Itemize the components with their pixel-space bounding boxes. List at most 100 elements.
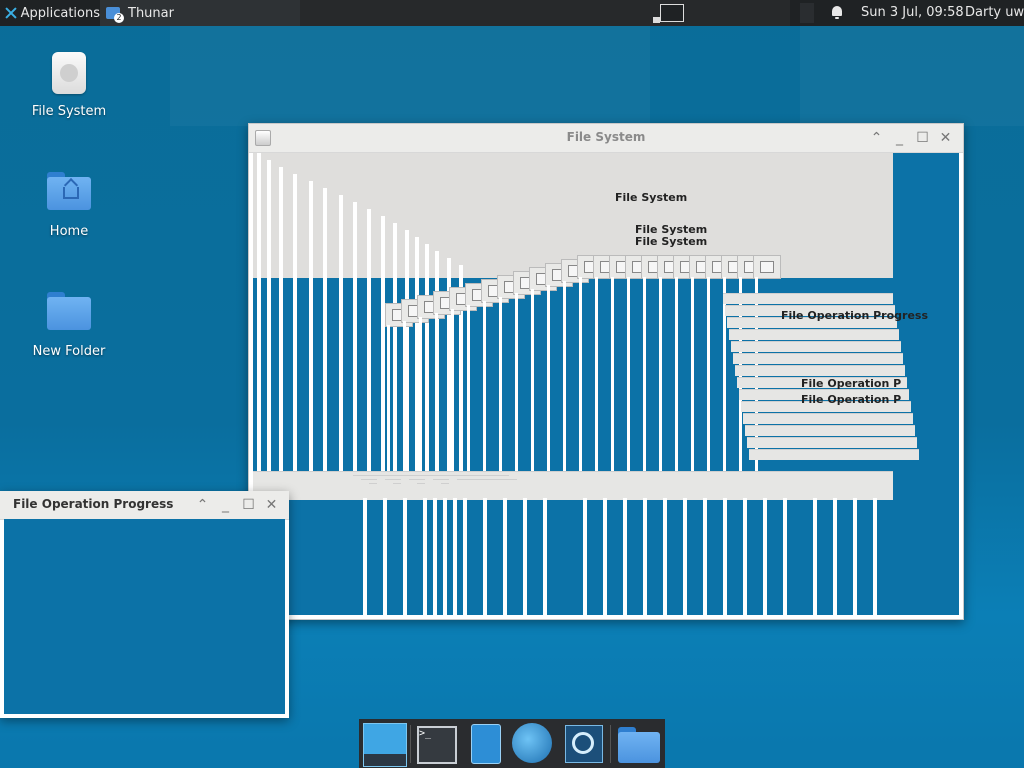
wallpaper-panel bbox=[800, 26, 1024, 126]
trail-stripe bbox=[393, 223, 397, 473]
top-panel: Applications 2 Thunar Sun 3 Jul, 09:58 D… bbox=[0, 0, 1024, 26]
maximize-button[interactable]: ☐ bbox=[911, 129, 934, 147]
dock: >_ bbox=[359, 719, 665, 768]
trail-stripe bbox=[515, 293, 518, 475]
trail-stripe bbox=[483, 301, 486, 475]
trail-stripe bbox=[383, 498, 387, 615]
ghost-title: File Operation Progress bbox=[781, 309, 929, 322]
trail-stripe bbox=[323, 188, 327, 473]
applications-label: Applications bbox=[20, 5, 100, 21]
trail-stripe bbox=[663, 498, 667, 615]
window-title: File Operation Progress bbox=[13, 497, 174, 511]
ghost-titlebar bbox=[749, 449, 919, 460]
trail-stripe bbox=[419, 317, 422, 475]
trail-stripe bbox=[543, 498, 547, 615]
trail-stripe bbox=[353, 202, 357, 473]
terminal-icon: >_ bbox=[419, 728, 432, 739]
applications-menu-button[interactable]: Applications bbox=[0, 0, 100, 26]
trail-stripe bbox=[627, 277, 630, 475]
trail-stripe bbox=[643, 498, 647, 615]
ghost-title: File System bbox=[635, 235, 708, 248]
close-button[interactable]: ✕ bbox=[934, 129, 957, 147]
close-button[interactable]: ✕ bbox=[260, 496, 283, 514]
ghost-titlebar bbox=[745, 425, 915, 436]
minimize-button[interactable]: _ bbox=[214, 496, 237, 514]
trail-stripe bbox=[583, 498, 587, 615]
trail-stripe bbox=[433, 498, 437, 615]
trail-stripe bbox=[623, 498, 627, 615]
panel-clock[interactable]: Sun 3 Jul, 09:58 bbox=[861, 5, 964, 20]
workspace-switcher[interactable] bbox=[660, 4, 684, 22]
trail-stripe bbox=[443, 498, 447, 615]
trail-stripe bbox=[523, 498, 527, 615]
trail-stripe bbox=[763, 498, 767, 615]
trail-stripe bbox=[367, 209, 371, 473]
trail-stripe bbox=[503, 498, 507, 615]
trail-stripe bbox=[707, 277, 710, 475]
desktop-icon-new-folder[interactable]: New Folder bbox=[19, 292, 119, 359]
user-menu[interactable]: Darty uwu bbox=[965, 5, 1024, 20]
taskbar-empty-area bbox=[300, 0, 790, 26]
trail-stripe bbox=[703, 498, 707, 615]
window-titlebar[interactable]: File Operation Progress ⌃ _ ☐ ✕ bbox=[0, 491, 289, 520]
dock-separator bbox=[610, 725, 611, 763]
wallpaper-panel bbox=[170, 26, 650, 126]
panel-separator bbox=[800, 3, 814, 23]
terminal-launcher[interactable]: >_ bbox=[417, 726, 457, 764]
desktop-icon-label: File System bbox=[31, 104, 107, 119]
xfce-logo-icon bbox=[4, 6, 17, 20]
ghost-titlebar bbox=[457, 479, 517, 492]
minimize-button[interactable]: _ bbox=[888, 129, 911, 147]
ghost-titlebar bbox=[253, 471, 893, 500]
home-folder-launcher[interactable] bbox=[618, 727, 660, 763]
trail-stripe bbox=[603, 498, 607, 615]
trail-stripe bbox=[363, 498, 367, 615]
trail-stripe bbox=[339, 195, 343, 473]
trail-stripe bbox=[453, 498, 457, 615]
ghost-title: File Operation P bbox=[801, 377, 902, 390]
dock-separator bbox=[410, 725, 411, 763]
trail-stripe bbox=[267, 160, 271, 473]
desktop-icon-home[interactable]: Home bbox=[19, 172, 119, 239]
folder-icon: 2 bbox=[106, 7, 124, 23]
ghost-titlebar bbox=[731, 341, 901, 352]
trail-stripe bbox=[783, 498, 787, 615]
app-finder-launcher[interactable] bbox=[565, 725, 603, 763]
trail-stripe bbox=[403, 321, 406, 475]
taskbar-item-label: Thunar bbox=[128, 5, 174, 21]
shade-button[interactable]: ⌃ bbox=[865, 129, 888, 147]
maximize-button[interactable]: ☐ bbox=[237, 496, 260, 514]
web-browser-launcher[interactable] bbox=[512, 723, 552, 763]
trail-stripe bbox=[579, 277, 582, 475]
trail-stripe bbox=[463, 498, 467, 615]
window-content bbox=[4, 519, 285, 714]
trail-stripe bbox=[257, 153, 261, 473]
trail-stripe bbox=[499, 297, 502, 475]
file-system-window[interactable]: File System ⌃ _ ☐ ✕ File System File Sys… bbox=[248, 123, 964, 620]
trail-stripe bbox=[659, 277, 662, 475]
trail-stripe bbox=[387, 325, 390, 475]
ghost-titlebar bbox=[733, 353, 903, 364]
notification-bell-icon[interactable] bbox=[832, 6, 842, 19]
ghost-titlebar bbox=[747, 437, 917, 448]
ghost-title: File System bbox=[615, 191, 688, 204]
trail-stripe bbox=[309, 181, 313, 473]
window-titlebar[interactable]: File System ⌃ _ ☐ ✕ bbox=[249, 124, 963, 153]
shade-button[interactable]: ⌃ bbox=[191, 496, 214, 514]
trail-stripe bbox=[595, 277, 598, 475]
show-desktop-button[interactable] bbox=[363, 723, 407, 767]
trail-stripe bbox=[563, 281, 566, 475]
trail-stripe bbox=[403, 498, 407, 615]
trail-stripe bbox=[853, 498, 857, 615]
trail-stripe bbox=[723, 498, 727, 615]
trail-stripe bbox=[691, 277, 694, 475]
ghost-title: File Operation P bbox=[801, 393, 902, 406]
trail-stripe bbox=[483, 498, 487, 615]
folder-icon bbox=[47, 292, 91, 330]
trail-stripe bbox=[833, 498, 837, 615]
taskbar-item-thunar[interactable]: 2 Thunar bbox=[100, 0, 300, 26]
file-operation-progress-window[interactable]: File Operation Progress ⌃ _ ☐ ✕ bbox=[0, 491, 289, 718]
home-folder-icon bbox=[47, 172, 91, 210]
desktop-icon-file-system[interactable]: File System bbox=[19, 52, 119, 119]
file-manager-launcher[interactable] bbox=[471, 724, 501, 764]
